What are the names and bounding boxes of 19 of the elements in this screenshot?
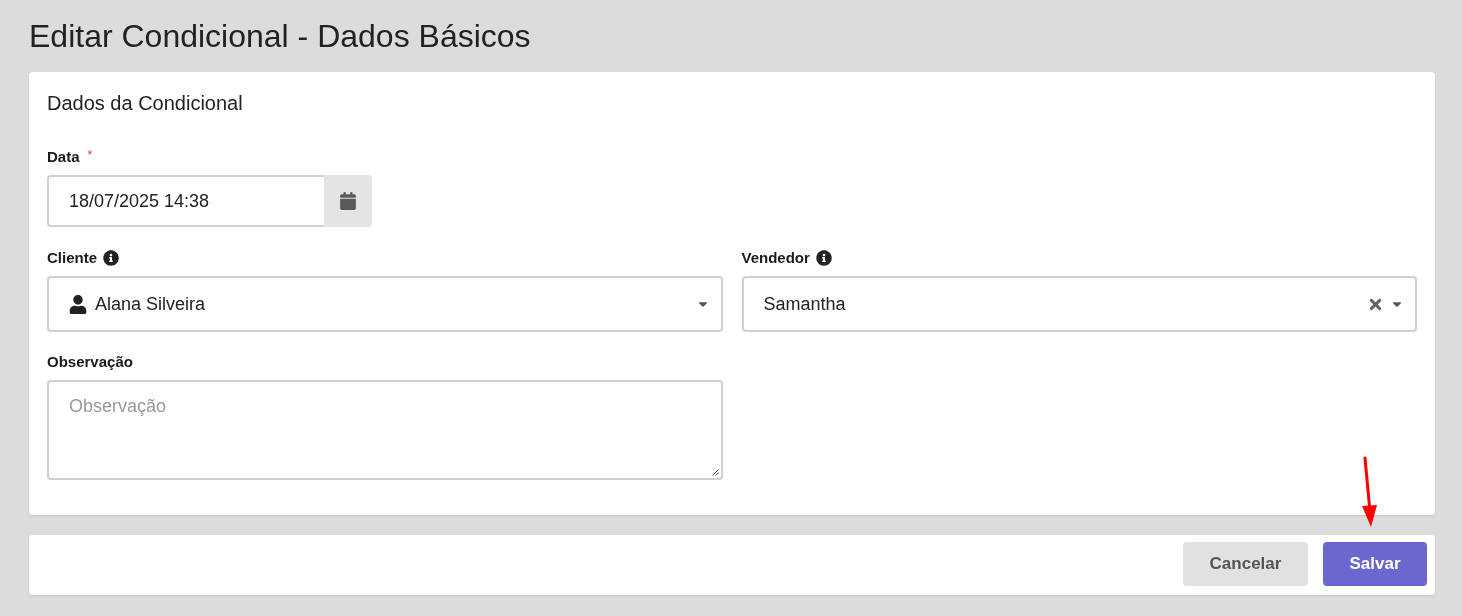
calendar-icon <box>340 192 356 210</box>
client-label: Cliente <box>47 248 97 268</box>
note-label: Observação <box>47 352 133 372</box>
required-mark: * <box>87 148 93 162</box>
seller-label: Vendedor <box>741 248 810 268</box>
note-textarea[interactable]: Observação <box>47 380 723 480</box>
seller-select[interactable]: Samantha <box>741 276 1417 332</box>
save-button[interactable]: Salvar <box>1323 542 1427 586</box>
resize-handle-icon[interactable] <box>710 468 719 476</box>
date-label: Data <box>47 147 80 167</box>
client-select[interactable]: Alana Silveira <box>47 276 723 332</box>
info-icon[interactable] <box>815 250 832 266</box>
info-icon[interactable] <box>103 250 119 266</box>
cancel-button[interactable]: Cancelar <box>1183 542 1308 586</box>
page-title: Editar Condicional - Dados Básicos <box>29 17 532 56</box>
person-icon <box>69 294 87 314</box>
section-title: Dados da Condicional <box>47 91 243 116</box>
date-input[interactable]: 18/07/2025 14:38 <box>47 175 324 227</box>
calendar-button[interactable] <box>324 175 372 227</box>
